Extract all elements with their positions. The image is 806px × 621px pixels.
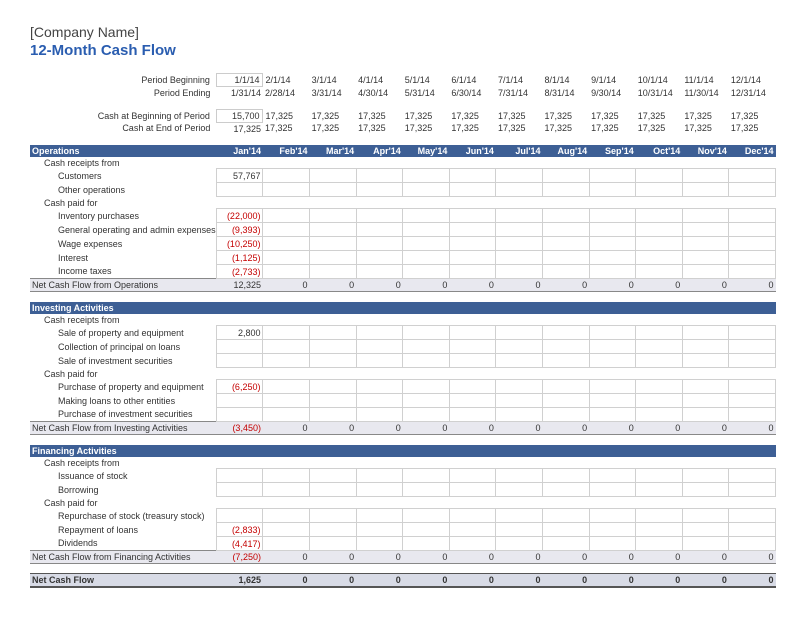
row-customers: Customers 57,767 [30, 169, 776, 183]
row-cash-end: Cash at End of Period 17,325 17,325 17,3… [30, 122, 776, 135]
row-interest: Interest (1,125) [30, 251, 776, 265]
row-sale-prop: Sale of property and equipment 2,800 [30, 326, 776, 340]
row-iss-stock: Issuance of stock [30, 469, 776, 483]
row-net-ops: Net Cash Flow from Operations 12,325 000… [30, 279, 776, 292]
row-collect: Collection of principal on loans [30, 340, 776, 354]
row-tax: Income taxes (2,733) [30, 265, 776, 279]
row-net-cashflow: Net Cash Flow 1,625 00000000000 [30, 574, 776, 588]
row-period-end: Period Ending 1/31/14 2/28/14 3/31/14 4/… [30, 87, 776, 100]
ops-paid-label: Cash paid for [30, 197, 216, 209]
row-repay: Repayment of loans (2,833) [30, 523, 776, 537]
period-begin-0[interactable]: 1/1/14 [216, 74, 263, 87]
section-operations-header: Operations Jan'14 Feb'14 Mar'14 Apr'14 M… [30, 145, 776, 157]
row-wage: Wage expenses (10,250) [30, 237, 776, 251]
section-investing-header: Investing Activities [30, 302, 776, 314]
label-period-begin: Period Beginning [30, 74, 216, 87]
row-period-begin: Period Beginning 1/1/14 2/1/14 3/1/14 4/… [30, 74, 776, 87]
cashflow-table: Period Beginning 1/1/14 2/1/14 3/1/14 4/… [30, 73, 776, 588]
cell-customers-0[interactable]: 57,767 [216, 169, 263, 183]
row-div: Dividends (4,417) [30, 537, 776, 551]
row-purch-sec: Purchase of investment securities [30, 408, 776, 422]
company-name: [Company Name] [30, 24, 776, 40]
row-other-ops: Other operations [30, 183, 776, 197]
label-cash-begin: Cash at Beginning of Period [30, 109, 216, 122]
financing-title: Financing Activities [30, 445, 776, 457]
label-cash-end: Cash at End of Period [30, 122, 216, 135]
row-genop: General operating and admin expenses (9,… [30, 223, 776, 237]
row-sale-sec: Sale of investment securities [30, 354, 776, 368]
ops-receipts-label: Cash receipts from [30, 157, 216, 169]
row-cash-begin: Cash at Beginning of Period 15,700 17,32… [30, 109, 776, 122]
row-repurch: Repurchase of stock (treasury stock) [30, 509, 776, 523]
doc-title: 12-Month Cash Flow [30, 42, 776, 59]
row-make-loans: Making loans to other entities [30, 394, 776, 408]
row-purch-prop: Purchase of property and equipment (6,25… [30, 380, 776, 394]
row-borrow: Borrowing [30, 483, 776, 497]
row-net-inv: Net Cash Flow from Investing Activities … [30, 422, 776, 435]
operations-title: Operations [30, 145, 216, 157]
label-period-end: Period Ending [30, 87, 216, 100]
cash-begin-0[interactable]: 15,700 [216, 109, 263, 122]
row-net-fin: Net Cash Flow from Financing Activities … [30, 551, 776, 564]
row-inventory: Inventory purchases (22,000) [30, 209, 776, 223]
section-financing-header: Financing Activities [30, 445, 776, 457]
investing-title: Investing Activities [30, 302, 776, 314]
